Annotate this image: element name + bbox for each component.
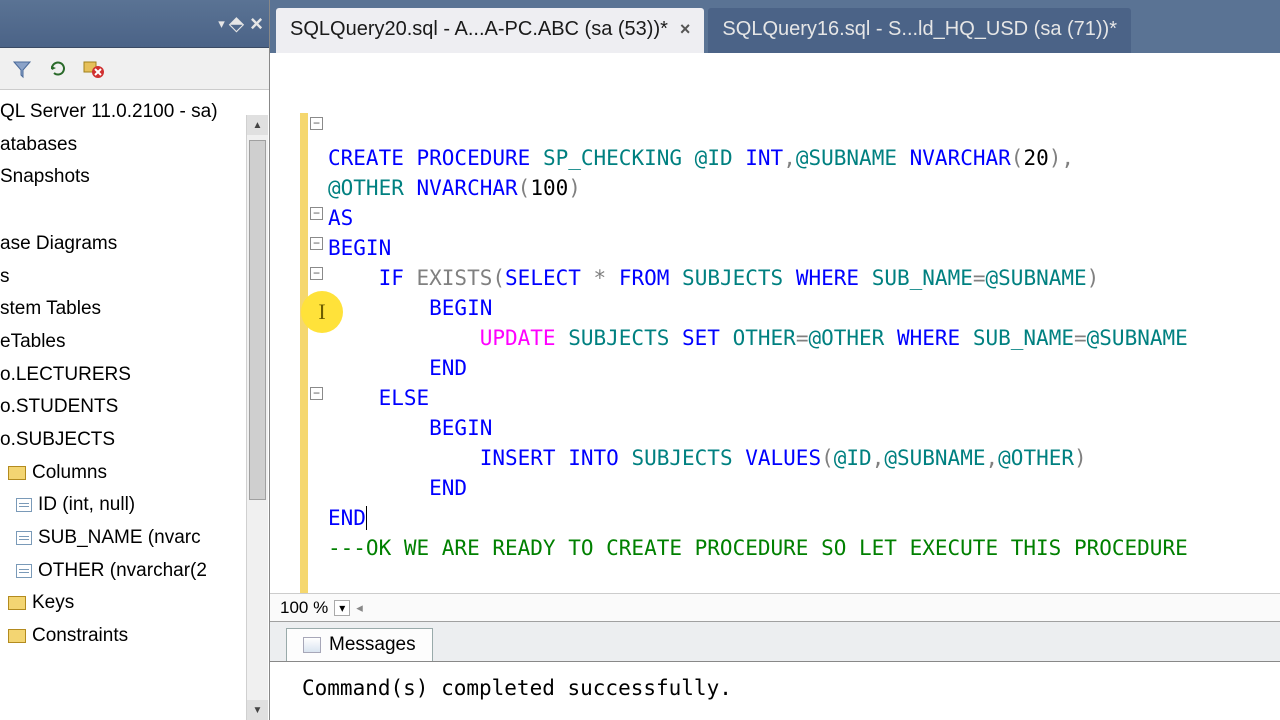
panel-toolbar xyxy=(0,48,269,90)
folder-icon xyxy=(8,596,26,610)
scroll-down-icon[interactable]: ▼ xyxy=(247,700,268,720)
tree-snapshots-node[interactable]: Snapshots xyxy=(0,161,269,194)
messages-icon xyxy=(303,637,321,653)
tree-subjects-node[interactable]: o.SUBJECTS xyxy=(0,424,269,457)
scroll-up-icon[interactable]: ▲ xyxy=(247,115,268,135)
tree-column-subname[interactable]: SUB_NAME (nvarc xyxy=(0,522,269,555)
tree-label: OTHER (nvarchar(2 xyxy=(38,560,207,581)
column-icon xyxy=(16,564,32,578)
results-tabstrip: Messages xyxy=(270,621,1280,661)
gutter xyxy=(270,113,300,593)
folder-icon xyxy=(8,466,26,480)
tree-lecturers-node[interactable]: o.LECTURERS xyxy=(0,359,269,392)
tree-label: Keys xyxy=(32,592,74,613)
tree-label: Constraints xyxy=(32,625,128,646)
tree-s-node[interactable]: s xyxy=(0,261,269,294)
folder-icon xyxy=(8,629,26,643)
hscroll-left-icon[interactable]: ◂ xyxy=(356,600,363,616)
editor-tabstrip: SQLQuery20.sql - A...A-PC.ABC (sa (53))*… xyxy=(270,0,1280,53)
fold-gutter: − − − − − xyxy=(308,113,328,593)
code-editor[interactable]: − − − − − ICREATE PROCEDURE SP_CHECKING … xyxy=(270,53,1280,593)
panel-menu-icon[interactable]: ▾ xyxy=(218,16,223,32)
column-icon xyxy=(16,531,32,545)
tab-label: SQLQuery16.sql - S...ld_HQ_USD (sa (71))… xyxy=(722,18,1117,41)
stop-filter-icon[interactable] xyxy=(82,57,106,81)
refresh-icon[interactable] xyxy=(46,57,70,81)
scrollbar-thumb[interactable] xyxy=(249,140,266,500)
object-explorer-panel: ▾ ⬘ × QL Server 11.0.2100 - sa) atabases… xyxy=(0,0,270,720)
tab-close-icon[interactable]: × xyxy=(680,19,691,40)
tree-etables-node[interactable]: eTables xyxy=(0,326,269,359)
tree-keys-node[interactable]: Keys xyxy=(0,587,269,620)
zoom-bar: 100 % ▾ ◂ xyxy=(270,593,1280,621)
tab-sqlquery16[interactable]: SQLQuery16.sql - S...ld_HQ_USD (sa (71))… xyxy=(708,8,1131,53)
tree-system-tables-node[interactable]: stem Tables xyxy=(0,293,269,326)
tree-students-node[interactable]: o.STUDENTS xyxy=(0,391,269,424)
tab-messages[interactable]: Messages xyxy=(286,628,433,661)
tree-server-node[interactable]: QL Server 11.0.2100 - sa) xyxy=(0,96,269,129)
tab-label: Messages xyxy=(329,634,416,656)
panel-close-icon[interactable]: × xyxy=(250,11,263,37)
tab-sqlquery20[interactable]: SQLQuery20.sql - A...A-PC.ABC (sa (53))*… xyxy=(276,8,704,53)
messages-output[interactable]: Command(s) completed successfully. xyxy=(270,661,1280,720)
zoom-value: 100 % xyxy=(280,598,328,618)
tree-label: ID (int, null) xyxy=(38,494,135,515)
tree-label: SUB_NAME (nvarc xyxy=(38,527,201,548)
pin-icon[interactable]: ⬘ xyxy=(229,11,244,36)
object-tree[interactable]: QL Server 11.0.2100 - sa) atabases Snaps… xyxy=(0,90,269,720)
code-body[interactable]: ICREATE PROCEDURE SP_CHECKING @ID INT,@S… xyxy=(328,113,1280,593)
tree-columns-node[interactable]: Columns xyxy=(0,457,269,490)
tree-column-id[interactable]: ID (int, null) xyxy=(0,489,269,522)
fold-toggle[interactable]: − xyxy=(310,267,323,280)
cursor-highlight-icon: I xyxy=(301,291,343,333)
tab-label: SQLQuery20.sql - A...A-PC.ABC (sa (53))* xyxy=(290,18,668,41)
editor-area: − − − − − ICREATE PROCEDURE SP_CHECKING … xyxy=(270,53,1280,720)
fold-toggle[interactable]: − xyxy=(310,387,323,400)
tree-label: Columns xyxy=(32,462,107,483)
tree-scrollbar[interactable]: ▲ ▼ xyxy=(246,115,268,720)
tree-diagrams-node[interactable]: ase Diagrams xyxy=(0,228,269,261)
filter-icon[interactable] xyxy=(10,57,34,81)
tree-constraints-node[interactable]: Constraints xyxy=(0,620,269,653)
fold-toggle[interactable]: − xyxy=(310,117,323,130)
tree-databases-node[interactable]: atabases xyxy=(0,129,269,162)
zoom-dropdown-icon[interactable]: ▾ xyxy=(334,600,350,616)
fold-toggle[interactable]: − xyxy=(310,237,323,250)
fold-toggle[interactable]: − xyxy=(310,207,323,220)
tree-column-other[interactable]: OTHER (nvarchar(2 xyxy=(0,555,269,588)
panel-header: ▾ ⬘ × xyxy=(0,0,269,48)
column-icon xyxy=(16,498,32,512)
modification-strip xyxy=(300,113,308,593)
